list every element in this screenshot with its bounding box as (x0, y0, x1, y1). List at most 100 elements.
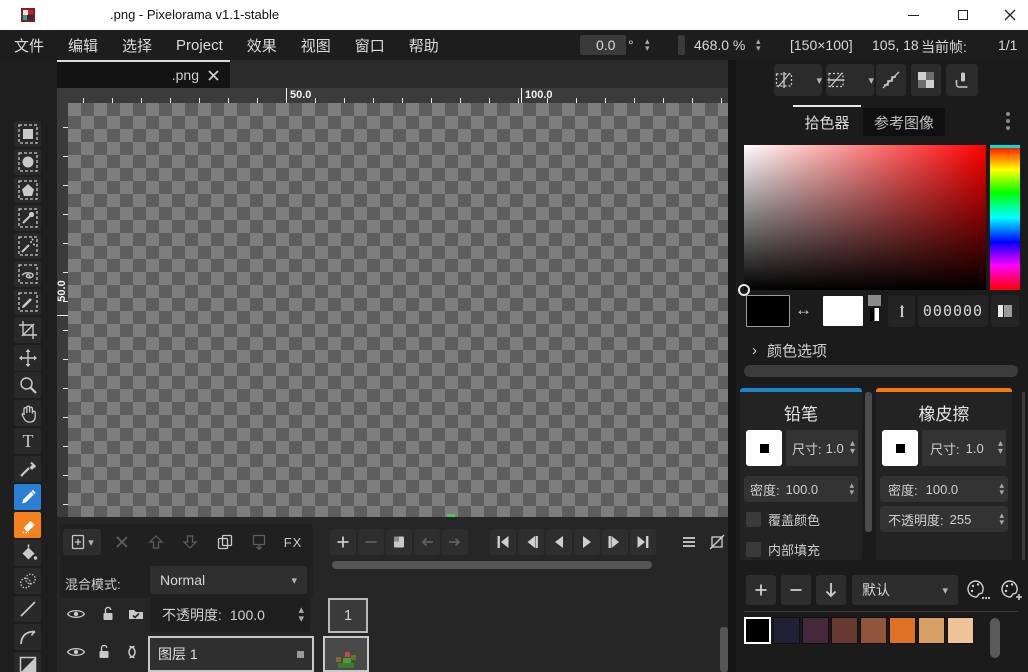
palette-swatch-1[interactable] (744, 617, 771, 644)
link-cels-button[interactable] (123, 601, 149, 627)
move-layer-down-button[interactable] (177, 529, 203, 555)
primary-color-swatch[interactable] (746, 295, 790, 327)
palette-swatch-4[interactable] (831, 617, 858, 644)
reset-colors-button[interactable] (868, 295, 881, 306)
tool-pan[interactable] (14, 400, 41, 426)
timeline-v-scrollbar[interactable] (720, 627, 728, 672)
tool-shading[interactable] (14, 568, 41, 594)
eraser-opacity-spinner[interactable]: ▴▾ (999, 512, 1004, 526)
tool-move[interactable] (14, 345, 41, 371)
add-layer-button[interactable]: ▾ (63, 529, 101, 555)
panel-menu-button[interactable] (1006, 112, 1010, 130)
tab-color-picker[interactable]: 拾色器 (793, 108, 861, 136)
tool-bucket[interactable] (14, 540, 41, 566)
tool-eraser[interactable] (14, 512, 41, 538)
layer-visibility-button[interactable] (63, 639, 89, 665)
pencil-size-spinbox[interactable]: 尺寸: 1.0 ▴▾ (786, 430, 858, 466)
zoom-value[interactable]: 468.0 % (694, 37, 745, 53)
remove-color-button[interactable] (781, 575, 811, 605)
tool-zoom[interactable] (14, 372, 41, 398)
add-layer-dropdown-icon[interactable]: ▾ (88, 536, 94, 549)
screen-color-picker-button[interactable] (888, 295, 915, 327)
tool-pencil[interactable] (14, 484, 41, 510)
clone-layer-button[interactable] (212, 529, 238, 555)
rotation-value[interactable]: 0.0 (596, 37, 615, 53)
hex-color-input[interactable]: 000000 (918, 295, 988, 327)
go-to-first-frame-button[interactable] (490, 529, 516, 555)
merge-layer-button[interactable] (246, 529, 272, 555)
tab-close-icon[interactable] (207, 69, 220, 82)
tool-color-picker[interactable] (14, 456, 41, 482)
brush-dynamics-button[interactable] (946, 64, 978, 96)
mirror-vertical-button[interactable]: ▾ (774, 64, 822, 96)
move-frame-left-button[interactable] (414, 529, 440, 555)
toggle-all-visibility-button[interactable] (63, 601, 89, 627)
fill-inside-checkbox[interactable]: 内部填充 (746, 540, 820, 559)
vertical-ruler[interactable]: 50.0 (57, 103, 68, 517)
alpha-lock-button[interactable] (911, 64, 941, 96)
palette-swatch-7[interactable] (918, 617, 945, 644)
layer-name-field[interactable]: 图层 1 (148, 636, 314, 672)
overwrite-color-checkbox[interactable]: 覆盖颜色 (746, 510, 820, 529)
next-frame-button[interactable] (602, 529, 628, 555)
tool-rectangle-shape[interactable] (14, 652, 41, 672)
project-tab[interactable]: .png (57, 60, 230, 88)
minimize-button[interactable] (890, 0, 936, 30)
hue-slider[interactable] (990, 145, 1020, 290)
eraser-opacity-spinbox[interactable]: 不透明度: 255 ▴▾ (880, 506, 1008, 532)
eraser-size-spinbox[interactable]: 尺寸: 1.0 ▴▾ (922, 430, 1006, 466)
color-options-expander[interactable]: › 颜色选项 (752, 340, 827, 361)
menu-window[interactable]: 窗口 (355, 35, 385, 56)
cel-thumbnail[interactable] (323, 636, 369, 672)
timeline-settings-button[interactable] (676, 529, 702, 555)
blend-mode-dropdown[interactable]: Normal ▾ (150, 566, 307, 594)
layer-lock-button[interactable] (91, 639, 117, 665)
eraser-density-spinner[interactable]: ▴▾ (999, 482, 1004, 496)
tool-ellipse-select[interactable] (14, 149, 41, 175)
palette-swatch-5[interactable] (860, 617, 887, 644)
maximize-button[interactable] (940, 0, 986, 30)
add-color-button[interactable] (746, 575, 776, 605)
pencil-size-spinner[interactable]: ▴▾ (850, 440, 855, 456)
clone-frame-button[interactable] (386, 529, 412, 555)
opacity-spinner[interactable]: ▴▾ (298, 606, 304, 624)
tab-reference-images[interactable]: 参考图像 (863, 108, 945, 136)
palette-swatch-3[interactable] (802, 617, 829, 644)
secondary-color-swatch[interactable] (823, 296, 863, 326)
add-frame-button[interactable] (330, 529, 356, 555)
mirror-vertical-dropdown-icon[interactable]: ▾ (816, 74, 822, 87)
layer-opacity-spinbox[interactable]: 不透明度: 100.0 ▴▾ (150, 598, 310, 632)
sort-palette-button[interactable] (816, 575, 846, 605)
onion-skinning-button[interactable] (704, 529, 730, 555)
hue-cursor[interactable] (990, 145, 1020, 148)
menu-select[interactable]: 选择 (122, 35, 152, 56)
pencil-density-spinner[interactable]: ▴▾ (849, 482, 854, 496)
color-panel-scrollbar[interactable] (744, 365, 1018, 377)
saturation-value-square[interactable] (744, 145, 986, 290)
remove-layer-button[interactable] (109, 529, 135, 555)
mirror-horizontal-button[interactable]: ▾ (826, 64, 874, 96)
remove-frame-button[interactable] (358, 529, 384, 555)
move-frame-right-button[interactable] (442, 529, 468, 555)
menu-effects[interactable]: 效果 (247, 35, 277, 56)
tool-text[interactable]: T (14, 428, 41, 454)
menu-help[interactable]: 帮助 (409, 35, 439, 56)
horizontal-ruler[interactable]: 50.0 100.0 (68, 88, 728, 103)
rotation-spinner[interactable]: ▴▾ (645, 38, 650, 52)
zoom-slider-fill[interactable] (678, 35, 685, 55)
tool-polygon-select[interactable] (14, 177, 41, 203)
eraser-brush-button[interactable] (882, 430, 918, 466)
tool-line[interactable] (14, 596, 41, 622)
timeline-h-scrollbar[interactable] (332, 561, 652, 569)
menu-file[interactable]: 文件 (14, 35, 44, 56)
previous-frame-button[interactable] (518, 529, 544, 555)
tool-paint-select[interactable] (14, 289, 41, 315)
new-palette-button[interactable] (997, 575, 1027, 605)
pixel-perfect-button[interactable] (876, 64, 906, 96)
tool-crop[interactable] (14, 317, 41, 343)
frame-1-header-button[interactable]: 1 (328, 598, 368, 633)
palette-swatch-6[interactable] (889, 617, 916, 644)
edit-palette-button[interactable] (963, 575, 993, 605)
palette-swatch-8[interactable] (947, 617, 974, 644)
menu-edit[interactable]: 编辑 (68, 35, 98, 56)
